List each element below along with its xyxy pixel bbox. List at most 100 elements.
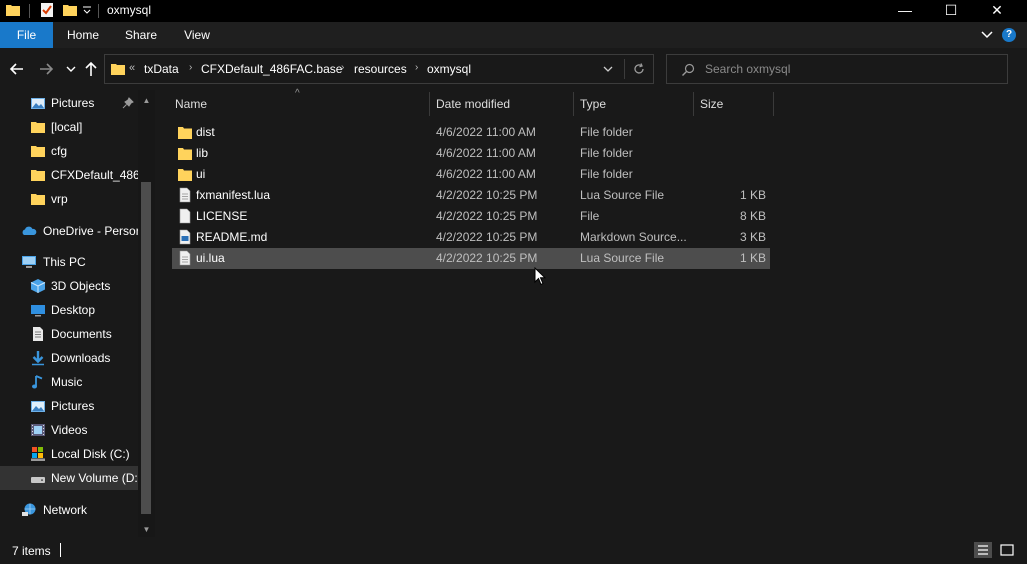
- file-type: Lua Source File: [580, 251, 665, 265]
- folder-icon: [31, 146, 45, 157]
- back-arrow-icon[interactable]: [8, 60, 26, 78]
- folder-icon: [6, 5, 20, 16]
- breadcrumb-oxmysql[interactable]: oxmysql: [427, 62, 471, 76]
- pin-icon[interactable]: [122, 97, 134, 109]
- sidebar-item-new-volume-d[interactable]: New Volume (D:: [0, 466, 138, 490]
- sidebar-scrollbar[interactable]: ▲ ▼: [138, 90, 155, 537]
- breadcrumb-overflow[interactable]: «: [129, 62, 135, 74]
- up-arrow-icon[interactable]: [82, 60, 100, 78]
- table-row[interactable]: fxmanifest.lua 4/2/2022 10:25 PM Lua Sou…: [172, 185, 770, 206]
- breadcrumb-txdata[interactable]: txData: [144, 62, 179, 76]
- address-history-icon[interactable]: [602, 63, 614, 75]
- file-name: fxmanifest.lua: [196, 188, 271, 202]
- table-row[interactable]: README.md 4/2/2022 10:25 PM Markdown Sou…: [172, 227, 770, 248]
- search-box[interactable]: [666, 54, 1008, 84]
- ribbon: File Home Share View ?: [0, 22, 1027, 48]
- properties-icon[interactable]: [39, 2, 55, 18]
- maximize-button[interactable]: ☐: [928, 0, 974, 22]
- sidebar-item-vrp[interactable]: vrp: [0, 187, 138, 211]
- file-type: File: [580, 209, 600, 223]
- tab-view[interactable]: View: [174, 22, 220, 48]
- item-count: 7 items: [12, 544, 51, 558]
- file-type: Lua Source File: [580, 188, 665, 202]
- file-date: 4/2/2022 10:25 PM: [436, 230, 538, 244]
- table-row[interactable]: dist 4/6/2022 11:00 AM File folder: [172, 122, 770, 143]
- column-divider[interactable]: [773, 92, 774, 116]
- minimize-button[interactable]: —: [882, 0, 928, 22]
- table-row[interactable]: ui.lua 4/2/2022 10:25 PM Lua Source File…: [172, 248, 770, 269]
- new-folder-icon[interactable]: [62, 2, 78, 18]
- sidebar-item-label: Pictures: [51, 399, 95, 413]
- customize-toolbar-icon[interactable]: [82, 6, 92, 16]
- column-header-name[interactable]: Name: [175, 96, 425, 114]
- sidebar-item-this-pc[interactable]: This PC: [0, 250, 138, 274]
- column-divider[interactable]: [693, 92, 694, 116]
- file-date: 4/2/2022 10:25 PM: [436, 251, 538, 265]
- folder-icon: [31, 122, 45, 133]
- refresh-icon[interactable]: [632, 62, 646, 76]
- recent-locations-icon[interactable]: [62, 60, 80, 78]
- pictures-icon: [31, 98, 45, 109]
- forward-arrow-icon[interactable]: [37, 60, 55, 78]
- scroll-up-icon[interactable]: ▲: [141, 95, 152, 106]
- scrollbar-thumb[interactable]: [141, 182, 151, 514]
- sidebar-item-music[interactable]: Music: [0, 370, 138, 394]
- sidebar-item-downloads[interactable]: Downloads: [0, 346, 138, 370]
- sidebar-item-pictures-quick[interactable]: Pictures: [0, 91, 138, 115]
- breadcrumb-resources[interactable]: resources: [354, 62, 407, 76]
- file-name: README.md: [196, 230, 268, 244]
- sidebar-item-label: 3D Objects: [51, 279, 111, 293]
- sidebar-item-label: Network: [43, 503, 88, 517]
- file-size: 8 KB: [739, 209, 766, 223]
- sidebar-item-label: OneDrive - Persor: [43, 224, 138, 238]
- breadcrumb-separator[interactable]: ›: [189, 62, 192, 73]
- sidebar-item-label: This PC: [43, 255, 86, 269]
- sidebar-item-cfg[interactable]: cfg: [0, 139, 138, 163]
- sidebar-item-desktop[interactable]: Desktop: [0, 298, 138, 322]
- onedrive-icon: [22, 226, 37, 235]
- file-size: 3 KB: [739, 230, 766, 244]
- sidebar-item-documents[interactable]: Documents: [0, 322, 138, 346]
- breadcrumb-cfxdefault[interactable]: CFXDefault_486FAC.base: [201, 62, 342, 76]
- folder-icon: [31, 194, 45, 205]
- sidebar-item-label: Desktop: [51, 303, 96, 317]
- sidebar-item-network[interactable]: Network: [0, 498, 138, 522]
- sidebar-item-videos[interactable]: Videos: [0, 418, 138, 442]
- sidebar-item-label: Pictures: [51, 96, 95, 110]
- column-header-date-modified[interactable]: Date modified: [436, 96, 571, 114]
- table-row[interactable]: lib 4/6/2022 11:00 AM File folder: [172, 143, 770, 164]
- scroll-down-icon[interactable]: ▼: [141, 524, 152, 535]
- column-header-size[interactable]: Size: [700, 96, 770, 114]
- network-icon: [22, 503, 36, 516]
- large-icons-view-icon[interactable]: [998, 542, 1016, 558]
- details-view-icon[interactable]: [974, 542, 992, 558]
- desktop-icon: [31, 305, 45, 317]
- drive-icon: [31, 477, 45, 483]
- lua-file-icon: [179, 187, 191, 203]
- help-icon[interactable]: ?: [1002, 28, 1016, 42]
- sidebar-item-local[interactable]: [local]: [0, 115, 138, 139]
- column-divider[interactable]: [429, 92, 430, 116]
- close-button[interactable]: ✕: [974, 0, 1020, 22]
- folder-icon: [111, 64, 125, 75]
- expand-ribbon-icon[interactable]: [980, 28, 994, 42]
- sidebar-item-pictures[interactable]: Pictures: [0, 394, 138, 418]
- tab-file[interactable]: File: [0, 22, 53, 48]
- music-icon: [32, 375, 43, 389]
- sidebar-item-onedrive[interactable]: OneDrive - Persor: [0, 219, 138, 243]
- file-type: Markdown Source...: [580, 230, 687, 244]
- sidebar-item-3d-objects[interactable]: 3D Objects: [0, 274, 138, 298]
- column-header-type[interactable]: Type: [580, 96, 690, 114]
- search-input[interactable]: [705, 61, 995, 77]
- address-bar[interactable]: « txData › CFXDefault_486FAC.base › reso…: [104, 54, 654, 84]
- file-size: 1 KB: [739, 251, 766, 265]
- sidebar-item-local-disk-c[interactable]: Local Disk (C:): [0, 442, 138, 466]
- column-divider[interactable]: [573, 92, 574, 116]
- tab-share[interactable]: Share: [118, 22, 164, 48]
- breadcrumb-separator[interactable]: ›: [341, 62, 344, 73]
- breadcrumb-separator[interactable]: ›: [415, 62, 418, 73]
- sidebar-item-cfxdefault[interactable]: CFXDefault_486F: [0, 163, 138, 187]
- table-row[interactable]: ui 4/6/2022 11:00 AM File folder: [172, 164, 770, 185]
- table-row[interactable]: LICENSE 4/2/2022 10:25 PM File 8 KB: [172, 206, 770, 227]
- tab-home[interactable]: Home: [60, 22, 106, 48]
